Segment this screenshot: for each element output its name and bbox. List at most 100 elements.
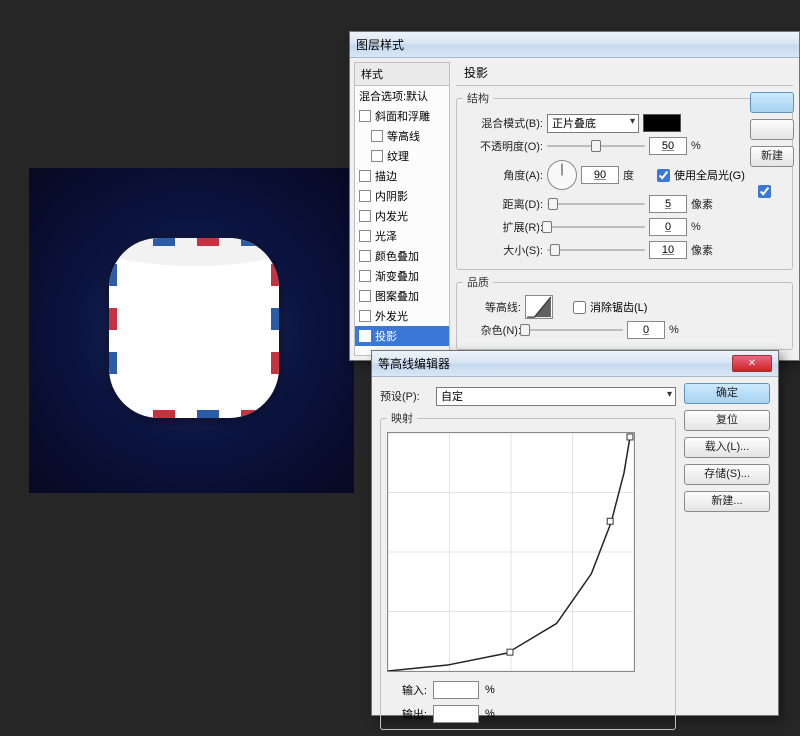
effect-checkbox[interactable] (359, 210, 371, 222)
effect-checkbox[interactable] (359, 270, 371, 282)
effect-item-pattern-overlay[interactable]: 图案叠加 (355, 286, 449, 306)
size-slider[interactable] (547, 241, 645, 259)
effect-item-outer-glow[interactable]: 外发光 (355, 306, 449, 326)
size-value[interactable]: 10 (649, 241, 687, 259)
effect-item-stroke[interactable]: 描边 (355, 166, 449, 186)
effect-checkbox[interactable] (359, 290, 371, 302)
effect-checkbox[interactable] (359, 110, 371, 122)
antialias-checkbox[interactable] (573, 301, 586, 314)
effect-checkbox[interactable]: ✓ (359, 330, 371, 342)
use-global-light-label: 使用全局光(G) (674, 167, 745, 183)
ok-button-partial[interactable] (750, 92, 794, 113)
effect-checkbox[interactable] (359, 250, 371, 262)
angle-value[interactable]: 90 (581, 166, 619, 184)
noise-label: 杂色(N): (463, 322, 521, 338)
effect-label: 外发光 (375, 308, 408, 324)
opacity-label: 不透明度(O): (463, 138, 543, 154)
opacity-value[interactable]: 50 (649, 137, 687, 155)
contour-label: 等高线: (463, 299, 521, 315)
styles-header: 样式 (355, 63, 449, 86)
antialias-label: 消除锯齿(L) (590, 299, 647, 315)
save-button[interactable]: 存储(S)... (684, 464, 770, 485)
distance-value[interactable]: 5 (649, 195, 687, 213)
effect-label: 斜面和浮雕 (375, 108, 430, 124)
curve-point[interactable] (627, 434, 633, 440)
dialog-titlebar[interactable]: 图层样式 (350, 32, 799, 58)
angle-label: 角度(A): (463, 167, 543, 183)
dialog-title: 图层样式 (356, 36, 793, 53)
use-global-light-checkbox[interactable] (657, 169, 670, 182)
effect-label: 渐变叠加 (375, 268, 419, 284)
panel-heading: 投影 (456, 60, 793, 86)
mail-icon (109, 238, 279, 418)
structure-group: 结构 混合模式(B): 正片叠底 不透明度(O): 50 % 角度(A): 90… (456, 90, 793, 270)
load-button[interactable]: 载入(L)... (684, 437, 770, 458)
shadow-color-swatch[interactable] (643, 114, 681, 132)
envelope-flap (109, 238, 279, 308)
effect-checkbox[interactable] (359, 190, 371, 202)
effect-item-bevel[interactable]: 斜面和浮雕 (355, 106, 449, 126)
effect-item-inner-shadow[interactable]: 内阴影 (355, 186, 449, 206)
document-canvas[interactable] (29, 168, 354, 493)
effect-checkbox[interactable] (371, 130, 383, 142)
cancel-button-partial[interactable] (750, 119, 794, 140)
effect-checkbox[interactable] (371, 150, 383, 162)
preview-checkbox[interactable] (758, 185, 771, 198)
contour-title: 等高线编辑器 (378, 355, 732, 372)
layer-style-dialog: 图层样式 样式 混合选项:默认 斜面和浮雕等高线纹理描边内阴影内发光光泽颜色叠加… (349, 31, 800, 361)
spread-value[interactable]: 0 (649, 218, 687, 236)
reset-button[interactable]: 复位 (684, 410, 770, 431)
curve-point[interactable] (507, 649, 513, 655)
effects-list: 样式 混合选项:默认 斜面和浮雕等高线纹理描边内阴影内发光光泽颜色叠加渐变叠加图… (354, 62, 450, 356)
effect-label: 内阴影 (375, 188, 408, 204)
noise-slider[interactable] (525, 321, 623, 339)
distance-label: 距离(D): (463, 196, 543, 212)
preset-select[interactable]: 自定 (436, 387, 676, 406)
input-value[interactable] (433, 681, 479, 699)
blend-mode-label: 混合模式(B): (463, 115, 543, 131)
effect-item-texture[interactable]: 纹理 (355, 146, 449, 166)
distance-slider[interactable] (547, 195, 645, 213)
new-button[interactable]: 新建... (684, 491, 770, 512)
curve-point[interactable] (607, 518, 613, 524)
effect-item-color-overlay[interactable]: 颜色叠加 (355, 246, 449, 266)
ok-button[interactable]: 确定 (684, 383, 770, 404)
quality-group: 品质 等高线: 消除锯齿(L) 杂色(N): 0 % (456, 274, 793, 350)
blend-options-item[interactable]: 混合选项:默认 (355, 86, 449, 106)
structure-legend: 结构 (463, 90, 493, 106)
effect-label: 投影 (375, 328, 397, 344)
mapping-group: 映射 输入: % 输出: (380, 410, 676, 730)
preset-label: 预设(P): (380, 388, 432, 404)
effect-item-inner-glow[interactable]: 内发光 (355, 206, 449, 226)
angle-dial[interactable] (547, 160, 577, 190)
blend-mode-select[interactable]: 正片叠底 (547, 114, 639, 133)
quality-legend: 品质 (463, 274, 493, 290)
blend-options-label: 混合选项:默认 (359, 88, 428, 104)
opacity-slider[interactable] (547, 137, 645, 155)
contour-titlebar[interactable]: 等高线编辑器 ✕ (372, 351, 778, 377)
effect-item-contour-sub[interactable]: 等高线 (355, 126, 449, 146)
output-label: 输出: (387, 706, 427, 722)
output-value[interactable] (433, 705, 479, 723)
effect-label: 内发光 (375, 208, 408, 224)
effect-label: 图案叠加 (375, 288, 419, 304)
effect-label: 光泽 (375, 228, 397, 244)
effect-item-gradient-overlay[interactable]: 渐变叠加 (355, 266, 449, 286)
effect-checkbox[interactable] (359, 230, 371, 242)
effect-checkbox[interactable] (359, 170, 371, 182)
effect-label: 颜色叠加 (375, 248, 419, 264)
contour-curve-graph[interactable] (387, 432, 635, 672)
effect-item-satin[interactable]: 光泽 (355, 226, 449, 246)
effect-checkbox[interactable] (359, 310, 371, 322)
noise-value[interactable]: 0 (627, 321, 665, 339)
input-label: 输入: (387, 682, 427, 698)
close-icon[interactable]: ✕ (732, 355, 772, 372)
effect-label: 纹理 (387, 148, 409, 164)
effect-item-drop-shadow[interactable]: ✓ 投影 (355, 326, 449, 346)
spread-slider[interactable] (547, 218, 645, 236)
size-label: 大小(S): (463, 242, 543, 258)
effect-label: 描边 (375, 168, 397, 184)
new-style-button[interactable]: 新建 (750, 146, 794, 167)
contour-editor-dialog: 等高线编辑器 ✕ 预设(P): 自定 映射 (371, 350, 779, 716)
contour-picker[interactable] (525, 295, 553, 319)
